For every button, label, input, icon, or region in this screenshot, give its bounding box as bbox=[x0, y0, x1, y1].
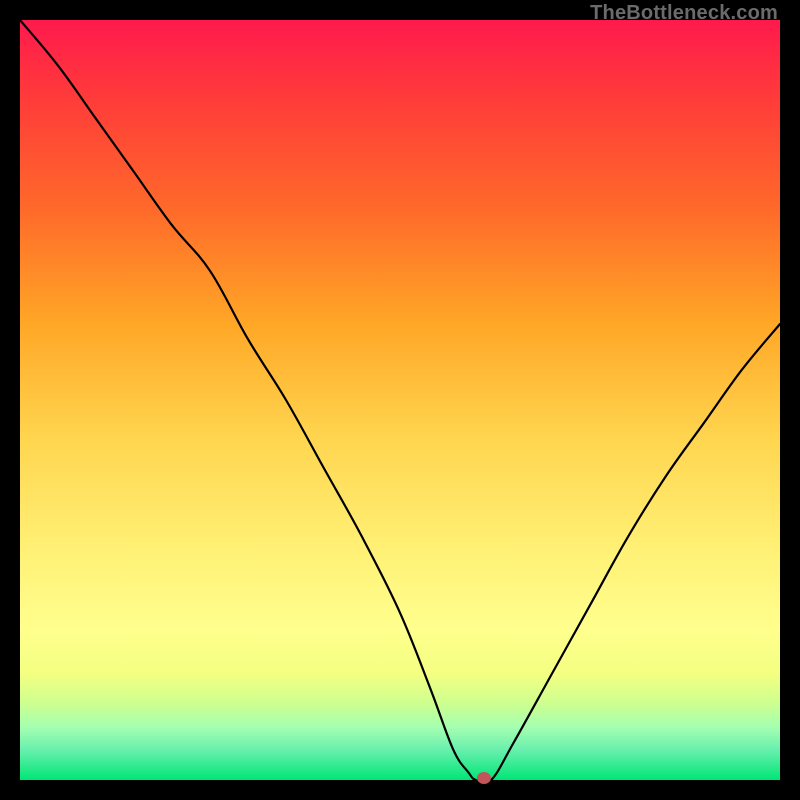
curve-svg bbox=[20, 20, 780, 780]
minimum-marker bbox=[477, 772, 491, 784]
curve-path bbox=[20, 20, 780, 780]
plot-area bbox=[20, 20, 780, 780]
chart-container: TheBottleneck.com bbox=[0, 0, 800, 800]
